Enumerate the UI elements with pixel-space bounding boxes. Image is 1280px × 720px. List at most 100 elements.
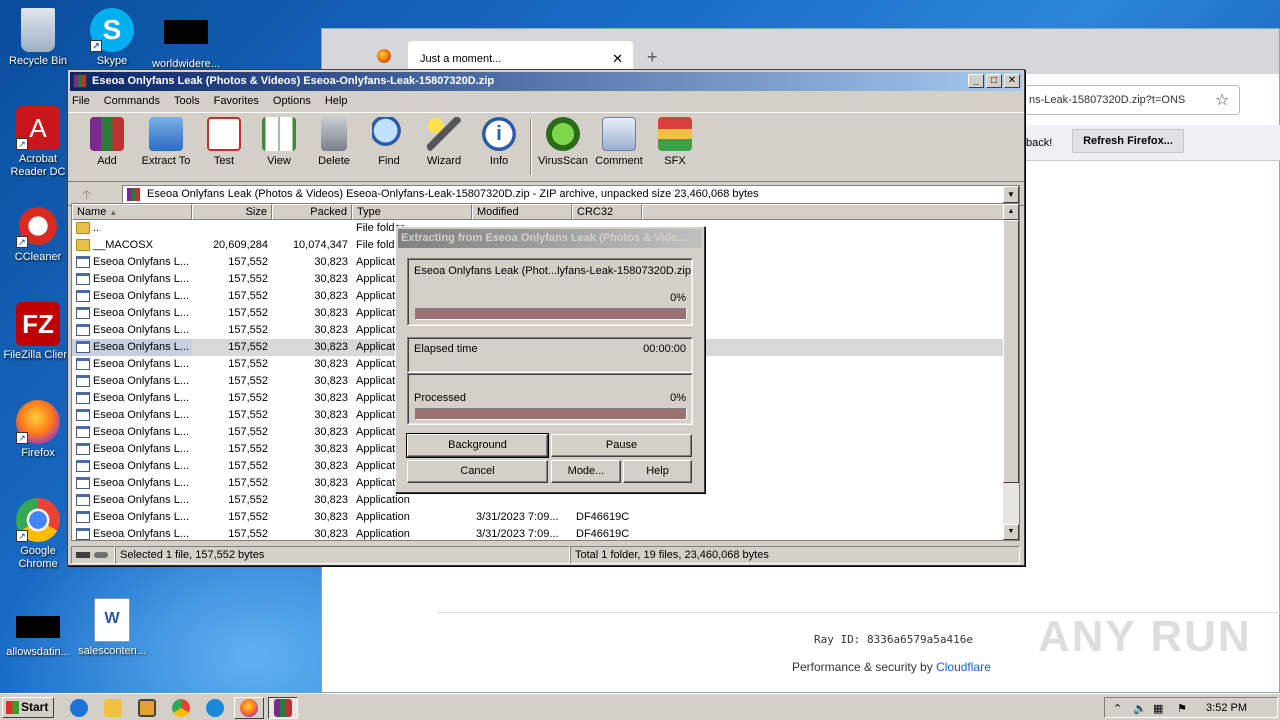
- desktop-icon-skype[interactable]: S ↗ Skype: [74, 8, 150, 68]
- start-button[interactable]: Start: [2, 697, 54, 718]
- desktop-icon-salescontent[interactable]: W salesconten...: [74, 598, 150, 658]
- cell-size: 157,552: [228, 409, 268, 421]
- view-button[interactable]: View: [249, 117, 309, 167]
- table-row[interactable]: Eseoa Onlyfans L... 157,552 30,823 Applicat…: [72, 492, 1019, 509]
- scroll-thumb[interactable]: [1003, 220, 1019, 483]
- column-crc32[interactable]: CRC32: [572, 204, 642, 220]
- cell-name: ..: [72, 220, 192, 237]
- flag-icon[interactable]: ⚑: [1177, 702, 1187, 715]
- elapsed-value: 00:00:00: [643, 343, 686, 355]
- media-player-icon[interactable]: [138, 699, 156, 717]
- sfx-box-icon: [658, 117, 692, 151]
- application-icon: [76, 443, 90, 455]
- cell-size: 157,552: [228, 307, 268, 319]
- vertical-scrollbar[interactable]: ▲ ▼: [1003, 204, 1019, 540]
- application-icon: [76, 460, 90, 472]
- taskbar-winrar[interactable]: [268, 697, 298, 719]
- table-row[interactable]: Eseoa Onlyfans L... 157,552 30,823 Applicat…: [72, 509, 1019, 526]
- menu-options[interactable]: Options: [273, 95, 311, 110]
- wizard-button[interactable]: Wizard: [414, 117, 474, 167]
- desktop-icon-recycle-bin[interactable]: Recycle Bin: [0, 8, 76, 68]
- extract-to-button[interactable]: Extract To: [136, 117, 196, 167]
- archive-icon: [127, 188, 140, 201]
- pause-button[interactable]: Pause: [551, 434, 692, 457]
- network-icon[interactable]: ▦: [1153, 702, 1163, 715]
- volume-icon[interactable]: 🔈: [1133, 702, 1147, 715]
- clock[interactable]: 3:52 PM: [1206, 702, 1247, 714]
- add-button[interactable]: Add: [77, 117, 137, 167]
- desktop-icon-filezilla[interactable]: FZ FileZilla Client: [0, 302, 76, 362]
- mode-button[interactable]: Mode...: [551, 460, 621, 483]
- explorer-folder-icon[interactable]: [104, 699, 122, 717]
- cell-packed: 30,823: [314, 494, 348, 506]
- cell-name: Eseoa Onlyfans L...: [72, 373, 192, 390]
- delete-button[interactable]: Delete: [304, 117, 364, 167]
- add-archive-icon: [90, 117, 124, 151]
- menu-help[interactable]: Help: [325, 95, 348, 110]
- cancel-button[interactable]: Cancel: [407, 460, 548, 483]
- edge-icon[interactable]: [206, 699, 224, 717]
- table-row[interactable]: Eseoa Onlyfans L... 157,552 30,823 Applicat…: [72, 526, 1019, 540]
- chevron-down-icon[interactable]: ▼: [1003, 186, 1019, 203]
- refresh-notice-bar: back! Refresh Firefox...: [1022, 125, 1280, 161]
- info-button[interactable]: i Info: [469, 117, 529, 167]
- menu-bar: File Commands Tools Favorites Options He…: [68, 93, 1024, 112]
- find-button[interactable]: Find: [359, 117, 419, 167]
- desktop-icon-ccleaner[interactable]: ↗ CCleaner: [0, 204, 76, 264]
- tray-expand-icon[interactable]: ⌃: [1113, 702, 1122, 715]
- menu-file[interactable]: File: [72, 95, 90, 110]
- internet-explorer-icon[interactable]: [70, 699, 88, 717]
- background-button[interactable]: Background: [406, 433, 549, 458]
- close-tab-icon[interactable]: ✕: [612, 51, 623, 67]
- chrome-icon[interactable]: [172, 699, 190, 717]
- archive-path-field[interactable]: Eseoa Onlyfans Leak (Photos & Videos) Es…: [122, 185, 1020, 204]
- menu-tools[interactable]: Tools: [174, 95, 200, 110]
- virusscan-button[interactable]: VirusScan: [533, 117, 593, 167]
- cell-packed: 30,823: [314, 358, 348, 370]
- cell-name: Eseoa Onlyfans L...: [72, 305, 192, 322]
- column-modified[interactable]: Modified: [472, 204, 572, 220]
- cell-name: __MACOSX: [72, 237, 192, 254]
- minimize-button[interactable]: _: [968, 74, 984, 88]
- refresh-firefox-button[interactable]: Refresh Firefox...: [1072, 129, 1184, 153]
- desktop-icon-worldwidere[interactable]: worldwidere...: [148, 20, 224, 71]
- dialog-title[interactable]: Extracting from Eseoa Onlyfans Leak (Pho…: [398, 229, 702, 248]
- url-bar[interactable]: ns-Leak-15807320D.zip?t=ONS: [1022, 85, 1240, 115]
- skype-icon: S ↗: [90, 8, 134, 52]
- close-button[interactable]: ✕: [1004, 74, 1020, 88]
- desktop-icon-firefox[interactable]: ↗ Firefox: [0, 400, 76, 460]
- cell-packed: 30,823: [314, 460, 348, 472]
- test-button[interactable]: Test: [194, 117, 254, 167]
- cell-packed: 30,823: [314, 409, 348, 421]
- ray-id: Ray ID: 8336a6579a5a416e: [814, 633, 973, 646]
- application-icon: [76, 409, 90, 421]
- desktop-icon-allowsdatin[interactable]: allowsdatin...: [0, 616, 76, 659]
- application-icon: [76, 341, 90, 353]
- bookmark-star-icon[interactable]: ☆: [1215, 90, 1229, 110]
- maximize-button[interactable]: □: [986, 74, 1002, 88]
- column-name[interactable]: Name ▲: [72, 204, 192, 220]
- desktop-icon-acrobat[interactable]: A ↗ Acrobat Reader DC: [0, 106, 76, 179]
- cell-size: 157,552: [228, 392, 268, 404]
- help-button[interactable]: Help: [623, 460, 692, 483]
- taskbar-firefox[interactable]: [234, 697, 264, 719]
- scroll-up-icon[interactable]: ▲: [1003, 204, 1019, 220]
- desktop-icon-chrome[interactable]: ↗ Google Chrome: [0, 498, 76, 571]
- title-bar[interactable]: Eseoa Onlyfans Leak (Photos & Videos) Es…: [70, 72, 1022, 91]
- cloudflare-link[interactable]: Cloudflare: [936, 660, 991, 674]
- cell-name: Eseoa Onlyfans L...: [72, 526, 192, 540]
- column-size[interactable]: Size: [192, 204, 272, 220]
- menu-commands[interactable]: Commands: [104, 95, 160, 110]
- new-tab-icon[interactable]: +: [647, 47, 658, 68]
- column-type[interactable]: Type: [352, 204, 472, 220]
- firefox-icon: [377, 49, 391, 63]
- cell-size: 157,552: [228, 324, 268, 336]
- sfx-button[interactable]: SFX: [645, 117, 705, 167]
- cell-name: Eseoa Onlyfans L...: [72, 458, 192, 475]
- menu-favorites[interactable]: Favorites: [214, 95, 259, 110]
- scroll-down-icon[interactable]: ▼: [1003, 524, 1019, 540]
- comment-button[interactable]: Comment: [589, 117, 649, 167]
- extract-progress-dialog[interactable]: Extracting from Eseoa Onlyfans Leak (Pho…: [395, 226, 705, 493]
- column-packed[interactable]: Packed: [272, 204, 352, 220]
- wand-icon: [427, 117, 461, 151]
